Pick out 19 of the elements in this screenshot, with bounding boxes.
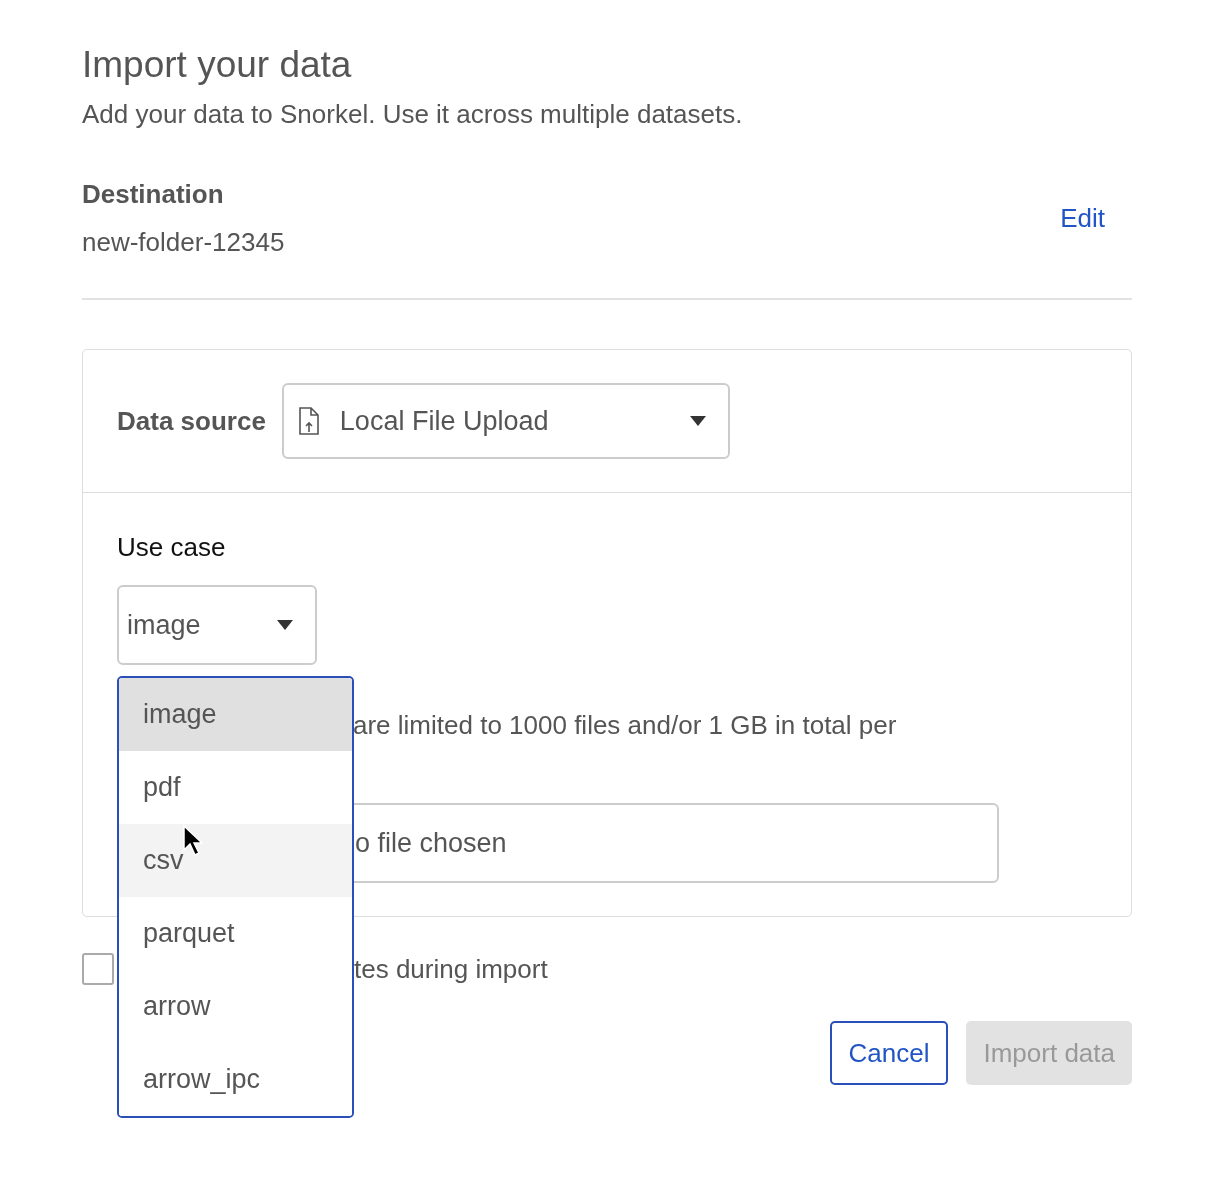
limit-note: are limited to 1000 files and/or 1 GB in total per	[353, 709, 898, 742]
dialog-title: Import your data	[82, 43, 353, 87]
cancel-button[interactable]: Cancel	[829, 1021, 949, 1085]
menu-item[interactable]: csv	[119, 824, 352, 897]
mouse-pointer-icon	[183, 825, 203, 857]
use-case-label: Use case	[117, 531, 227, 564]
edit-link[interactable]: Edit	[1060, 202, 1105, 234]
destination-value: new-folder-12345	[82, 226, 285, 259]
data-source-select[interactable]: Local File Upload	[281, 383, 730, 459]
data-source-label: Data source	[117, 405, 266, 437]
menu-item[interactable]: image	[119, 678, 352, 751]
file-upload-icon	[297, 407, 320, 435]
destination-label: Destination	[82, 178, 225, 211]
caret-icon	[689, 416, 706, 426]
checkbox[interactable]	[82, 953, 114, 985]
caret-icon	[277, 620, 293, 630]
checkbox-label: tes during import	[354, 953, 548, 985]
subtitle: Add your data to Snorkel. Use it across multiple datasets.	[82, 98, 744, 131]
use-case-select[interactable]: image	[117, 585, 317, 665]
